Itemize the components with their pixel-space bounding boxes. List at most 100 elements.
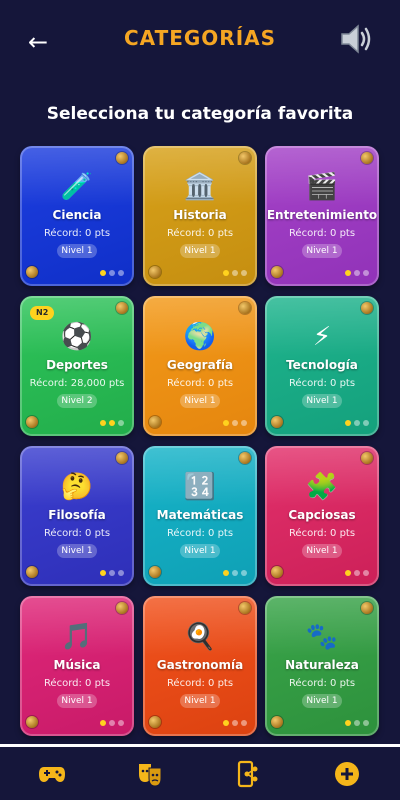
coin-icon — [271, 566, 283, 578]
category-name: Filosofía — [48, 508, 106, 522]
progress-dots — [100, 570, 124, 576]
progress-dot — [100, 720, 106, 726]
category-level: Nivel 1 — [302, 694, 342, 708]
progress-dots — [345, 720, 369, 726]
add-circle-icon[interactable] — [333, 760, 361, 788]
progress-dot — [354, 270, 360, 276]
category-record: Récord: 0 pts — [288, 378, 356, 389]
coin-icon — [26, 566, 38, 578]
coin-icon — [239, 452, 251, 464]
category-card-naturaleza[interactable]: 🐾 Naturaleza Récord: 0 pts Nivel 1 — [265, 596, 379, 736]
category-card-gastronomia[interactable]: 🍳 Gastronomía Récord: 0 pts Nivel 1 — [143, 596, 257, 736]
progress-dot — [109, 570, 115, 576]
header: ← CATEGORÍAS — [0, 0, 400, 80]
level-badge: N2 — [30, 306, 55, 320]
category-name: Ciencia — [52, 208, 102, 222]
category-level: Nivel 2 — [57, 394, 97, 408]
progress-dot — [345, 270, 351, 276]
progress-dots — [345, 570, 369, 576]
progress-dot — [232, 270, 238, 276]
progress-dot — [363, 720, 369, 726]
category-record: Récord: 28,000 pts — [29, 378, 125, 389]
coin-icon — [361, 602, 373, 614]
progress-dot — [232, 720, 238, 726]
category-level: Nivel 1 — [302, 544, 342, 558]
progress-dot — [232, 420, 238, 426]
progress-dots — [223, 270, 247, 276]
category-icon: ⚽ — [60, 322, 94, 352]
category-card-capciosas[interactable]: 🧩 Capciosas Récord: 0 pts Nivel 1 — [265, 446, 379, 586]
coin-icon — [239, 302, 251, 314]
category-icon: 🧩 — [305, 472, 339, 502]
coin-icon — [149, 716, 161, 728]
progress-dot — [241, 270, 247, 276]
progress-dots — [100, 720, 124, 726]
category-level: Nivel 1 — [57, 694, 97, 708]
progress-dot — [354, 720, 360, 726]
coin-icon — [116, 452, 128, 464]
coin-icon — [271, 266, 283, 278]
phone-share-icon[interactable] — [234, 760, 262, 788]
progress-dot — [118, 570, 124, 576]
category-name: Gastronomía — [156, 658, 244, 672]
category-icon: ⚡ — [312, 322, 332, 352]
category-card-ciencia[interactable]: 🧪 Ciencia Récord: 0 pts Nivel 1 — [20, 146, 134, 286]
coin-icon — [116, 602, 128, 614]
progress-dots — [100, 270, 124, 276]
bottom-navbar — [0, 748, 400, 800]
category-card-tecnologia[interactable]: ⚡ Tecnología Récord: 0 pts Nivel 1 — [265, 296, 379, 436]
category-icon: 🍳 — [183, 622, 217, 652]
category-icon: 🧪 — [60, 172, 94, 202]
category-record: Récord: 0 pts — [288, 228, 356, 239]
category-level: Nivel 1 — [57, 244, 97, 258]
progress-dot — [118, 420, 124, 426]
progress-dot — [118, 270, 124, 276]
category-card-musica[interactable]: 🎵 Música Récord: 0 pts Nivel 1 — [20, 596, 134, 736]
category-record: Récord: 0 pts — [166, 678, 234, 689]
category-icon: 🎵 — [60, 622, 94, 652]
progress-dots — [223, 570, 247, 576]
category-record: Récord: 0 pts — [166, 378, 234, 389]
progress-dot — [354, 420, 360, 426]
gamepad-icon[interactable] — [38, 760, 66, 788]
coin-icon — [239, 602, 251, 614]
category-record: Récord: 0 pts — [43, 228, 111, 239]
category-card-deportes[interactable]: N2 ⚽ Deportes Récord: 28,000 pts Nivel 2 — [20, 296, 134, 436]
progress-dot — [100, 270, 106, 276]
progress-dots — [345, 270, 369, 276]
coin-icon — [149, 416, 161, 428]
progress-dot — [241, 570, 247, 576]
speaker-icon[interactable] — [338, 22, 374, 56]
category-level: Nivel 1 — [180, 544, 220, 558]
category-card-entretenimiento[interactable]: 🎬 Entretenimiento Récord: 0 pts Nivel 1 — [265, 146, 379, 286]
category-name: Naturaleza — [285, 658, 359, 672]
progress-dot — [100, 420, 106, 426]
coin-icon — [116, 302, 128, 314]
category-card-filosofia[interactable]: 🤔 Filosofía Récord: 0 pts Nivel 1 — [20, 446, 134, 586]
coin-icon — [26, 266, 38, 278]
progress-dot — [363, 270, 369, 276]
progress-dot — [223, 570, 229, 576]
progress-dot — [109, 270, 115, 276]
category-level: Nivel 1 — [180, 694, 220, 708]
category-record: Récord: 0 pts — [288, 528, 356, 539]
progress-dot — [345, 720, 351, 726]
progress-dot — [345, 420, 351, 426]
category-level: Nivel 1 — [180, 394, 220, 408]
theater-masks-icon[interactable] — [136, 760, 164, 788]
category-card-geografia[interactable]: 🌍 Geografía Récord: 0 pts Nivel 1 — [143, 296, 257, 436]
coin-icon — [239, 152, 251, 164]
progress-dot — [232, 570, 238, 576]
category-icon: 🔢 — [183, 472, 217, 502]
category-name: Música — [53, 658, 101, 672]
progress-dot — [241, 420, 247, 426]
coin-icon — [149, 566, 161, 578]
category-card-matematicas[interactable]: 🔢 Matemáticas Récord: 0 pts Nivel 1 — [143, 446, 257, 586]
progress-dot — [109, 420, 115, 426]
category-card-historia[interactable]: 🏛️ Historia Récord: 0 pts Nivel 1 — [143, 146, 257, 286]
category-level: Nivel 1 — [302, 244, 342, 258]
category-level: Nivel 1 — [57, 544, 97, 558]
category-icon: 🐾 — [305, 622, 339, 652]
category-icon: 🎬 — [305, 172, 339, 202]
category-icon: 🤔 — [60, 472, 94, 502]
